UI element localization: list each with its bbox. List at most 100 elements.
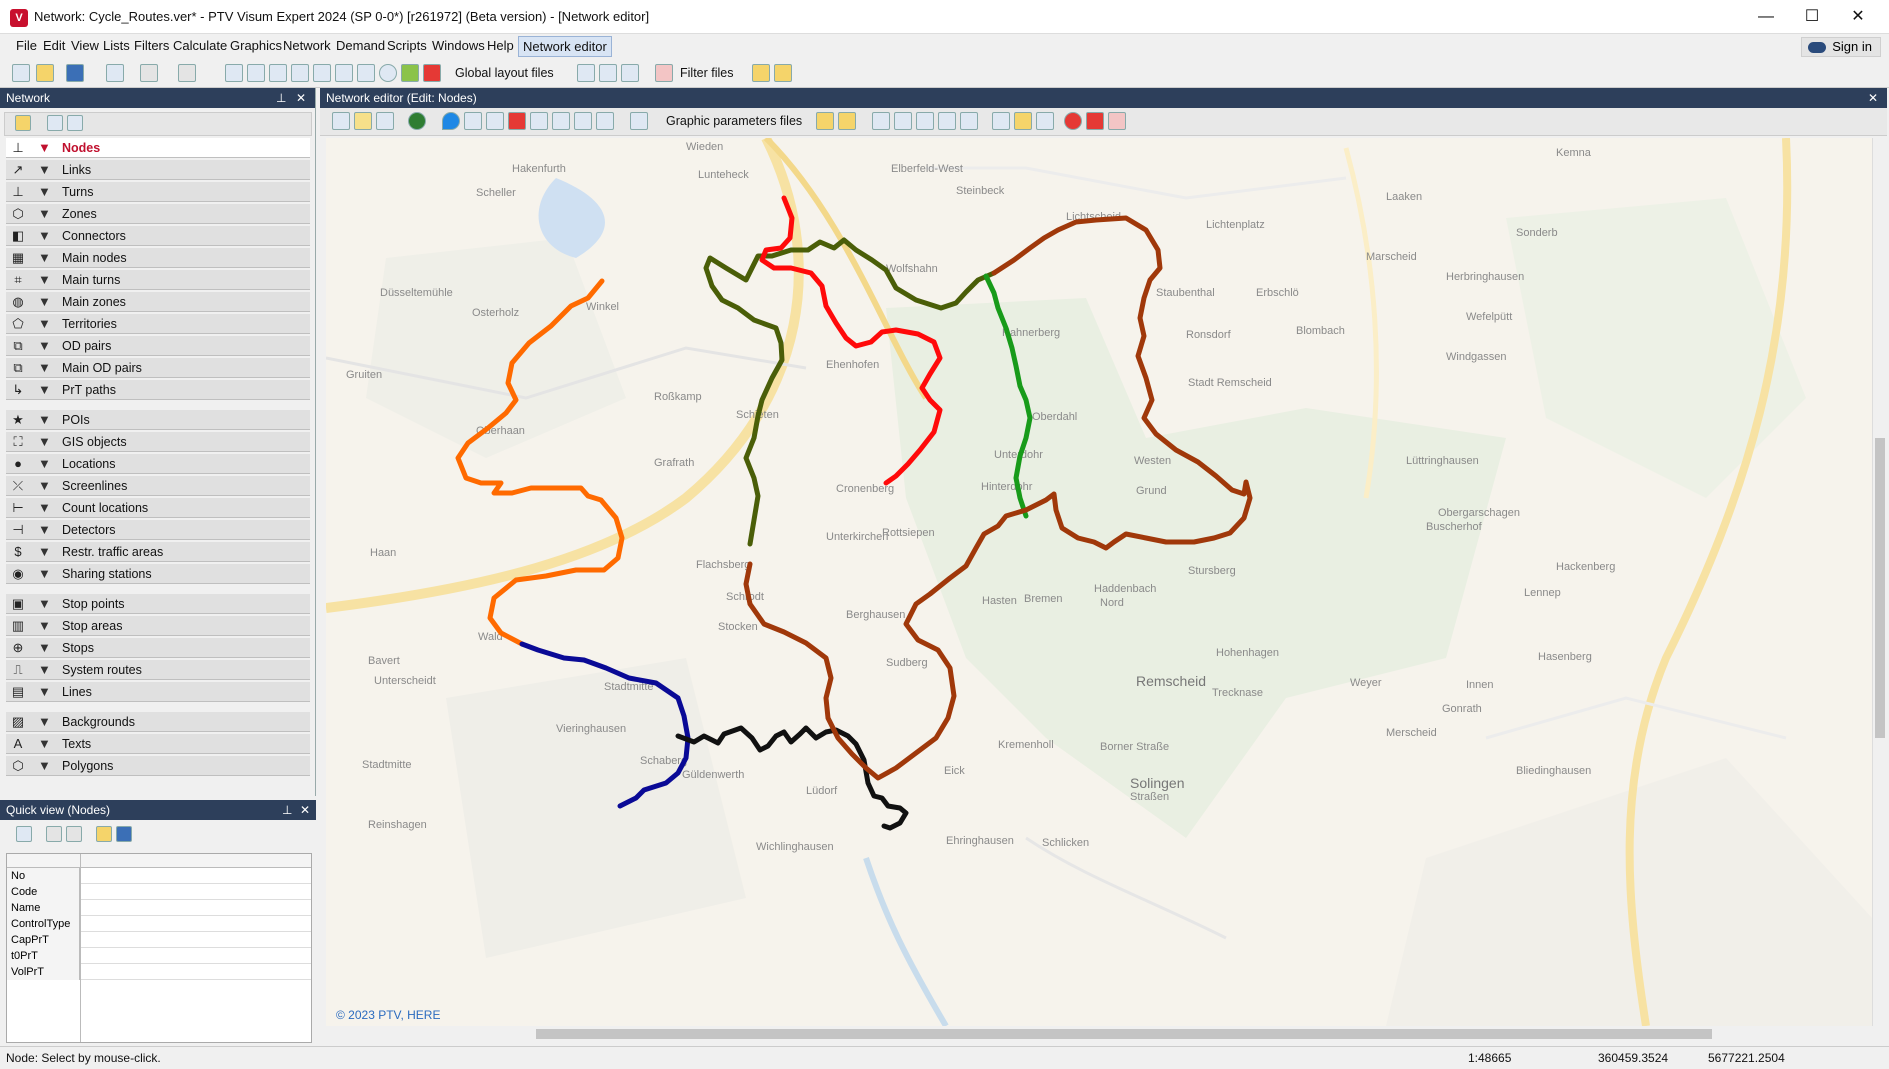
network-row-main-zones[interactable]: ◍ ▼ Main zones [6,292,310,312]
filter-funnel-icon[interactable]: ▼ [38,478,52,494]
quick-view-row[interactable]: VolPrT [7,964,311,980]
select-icon[interactable] [16,826,32,842]
network-row-restr-traffic-areas[interactable]: $ ▼ Restr. traffic areas [6,542,310,562]
filter-funnel-icon[interactable]: ▼ [38,736,52,752]
filter-down-icon[interactable] [47,115,63,131]
filter-funnel-icon[interactable]: ▼ [38,596,52,612]
network-row-od-pairs[interactable]: ⧉ ▼ OD pairs [6,336,310,356]
redo-icon[interactable] [140,64,158,82]
network-row-stops[interactable]: ⊕ ▼ Stops [6,638,310,658]
network-row-territories[interactable]: ⬠ ▼ Territories [6,314,310,334]
zoom-in-icon[interactable] [894,112,912,130]
network-row-stop-points[interactable]: ▣ ▼ Stop points [6,594,310,614]
run-icon[interactable] [178,64,196,82]
layout-3-icon[interactable] [621,64,639,82]
select-pointer-icon[interactable] [354,112,372,130]
filter-funnel-icon[interactable]: ▼ [38,544,52,560]
copy-icon[interactable] [46,826,62,842]
menu-demand[interactable]: Demand [334,38,387,53]
quick-view-row[interactable]: Name [7,900,311,916]
network-row-stop-areas[interactable]: ▥ ▼ Stop areas [6,616,310,636]
record-icon[interactable] [1064,112,1082,130]
filter-files-dropdown[interactable]: Filter files [680,66,733,80]
filter-funnel-icon[interactable]: ▼ [38,228,52,244]
vertical-scroll-thumb[interactable] [1875,438,1885,738]
zoom-window-icon[interactable] [960,112,978,130]
save-layout-icon[interactable] [116,826,132,842]
horizontal-scroll-thumb[interactable] [536,1029,1712,1039]
filter-funnel-icon[interactable]: ▼ [38,184,52,200]
network-map[interactable]: Wieden Lunteheck Elberfeld-West Hakenfurth S… [326,138,1872,1026]
menu-windows[interactable]: Windows [430,38,487,53]
filter-funnel-icon[interactable]: ▼ [38,500,52,516]
home-icon[interactable] [247,64,265,82]
filter-funnel-icon[interactable]: ▼ [38,272,52,288]
menu-network[interactable]: Network [281,38,333,53]
filter-funnel-icon[interactable]: ▼ [38,522,52,538]
filter-funnel-icon[interactable]: ▼ [38,640,52,656]
circle-icon[interactable] [379,64,397,82]
chart-icon[interactable] [423,64,441,82]
quick-view-row[interactable]: Code [7,884,311,900]
menu-lists[interactable]: Lists [101,38,132,53]
snapshot-icon[interactable] [1086,112,1104,130]
route-delete-icon[interactable] [574,112,592,130]
quick-view-row[interactable]: t0PrT [7,948,311,964]
network-row-screenlines[interactable]: ⤫ ▼ Screenlines [6,476,310,496]
forward-icon[interactable] [938,112,956,130]
network-row-locations[interactable]: ● ▼ Locations [6,454,310,474]
quick-view-row[interactable]: No [7,868,311,884]
network-row-detectors[interactable]: ⊣ ▼ Detectors [6,520,310,540]
list-icon[interactable] [291,64,309,82]
undo-icon[interactable] [106,64,124,82]
network-row-count-locations[interactable]: ⊢ ▼ Count locations [6,498,310,518]
list-view-icon[interactable] [486,112,504,130]
close-window-button[interactable]: ✕ [1835,0,1881,34]
network-row-main-nodes[interactable]: ▦ ▼ Main nodes [6,248,310,268]
network-row-gis-objects[interactable]: ⛶ ▼ GIS objects [6,432,310,452]
import-icon[interactable] [269,64,287,82]
network-row-system-routes[interactable]: ⎍ ▼ System routes [6,660,310,680]
zoom-extent-icon[interactable] [872,112,890,130]
network-row-connectors[interactable]: ◧ ▼ Connectors [6,226,310,246]
network-row-main-turns[interactable]: ⌗ ▼ Main turns [6,270,310,290]
quick-view-grid[interactable]: No Code Name ControlType CapPrT t0PrT VolPrT [6,853,312,1043]
network-row-prt-paths[interactable]: ↳ ▼ PrT paths [6,380,310,400]
print-icon[interactable] [596,112,614,130]
open-filter-icon[interactable] [752,64,770,82]
filter-funnel-icon[interactable]: ▼ [38,566,52,582]
table-icon[interactable] [401,64,419,82]
network-row-lines[interactable]: ▤ ▼ Lines [6,682,310,702]
menu-file[interactable]: File [14,38,39,53]
open-icon[interactable] [36,64,54,82]
globe-icon[interactable] [408,112,426,130]
filter-funnel-icon[interactable]: ▼ [38,140,52,156]
measure-icon[interactable] [1014,112,1032,130]
back-icon[interactable] [916,112,934,130]
minimize-button[interactable]: — [1743,0,1789,34]
pan-icon[interactable] [332,112,350,130]
menu-scripts[interactable]: Scripts [385,38,429,53]
menu-graphics[interactable]: Graphics [228,38,284,53]
open-graphic-icon[interactable] [816,112,834,130]
menu-edit[interactable]: Edit [41,38,67,53]
quick-view-row[interactable]: CapPrT [7,932,311,948]
filter-funnel-icon[interactable]: ▼ [38,684,52,700]
close-editor-icon[interactable]: ✕ [1868,88,1878,108]
filter-funnel-icon[interactable]: ▼ [38,412,52,428]
filter-funnel-icon[interactable]: ▼ [38,162,52,178]
network-row-turns[interactable]: ⊥ ▼ Turns [6,182,310,202]
network-row-nodes[interactable]: ⊥ ▼ Nodes [6,138,310,158]
export-image-icon[interactable] [1108,112,1126,130]
filter-funnel-icon[interactable]: ▼ [38,618,52,634]
filter-funnel-icon[interactable]: ▼ [38,338,52,354]
save-icon[interactable] [66,64,84,82]
settings-icon[interactable] [15,115,31,131]
filter-funnel-icon[interactable]: ▼ [38,456,52,472]
save-filter-icon[interactable] [774,64,792,82]
filter-funnel-icon[interactable]: ▼ [38,206,52,222]
network-icon[interactable] [225,64,243,82]
route-edit-icon[interactable] [552,112,570,130]
legend-icon[interactable] [508,112,526,130]
map-canvas[interactable]: Wieden Lunteheck Elberfeld-West Hakenfurth S… [326,138,1872,1026]
